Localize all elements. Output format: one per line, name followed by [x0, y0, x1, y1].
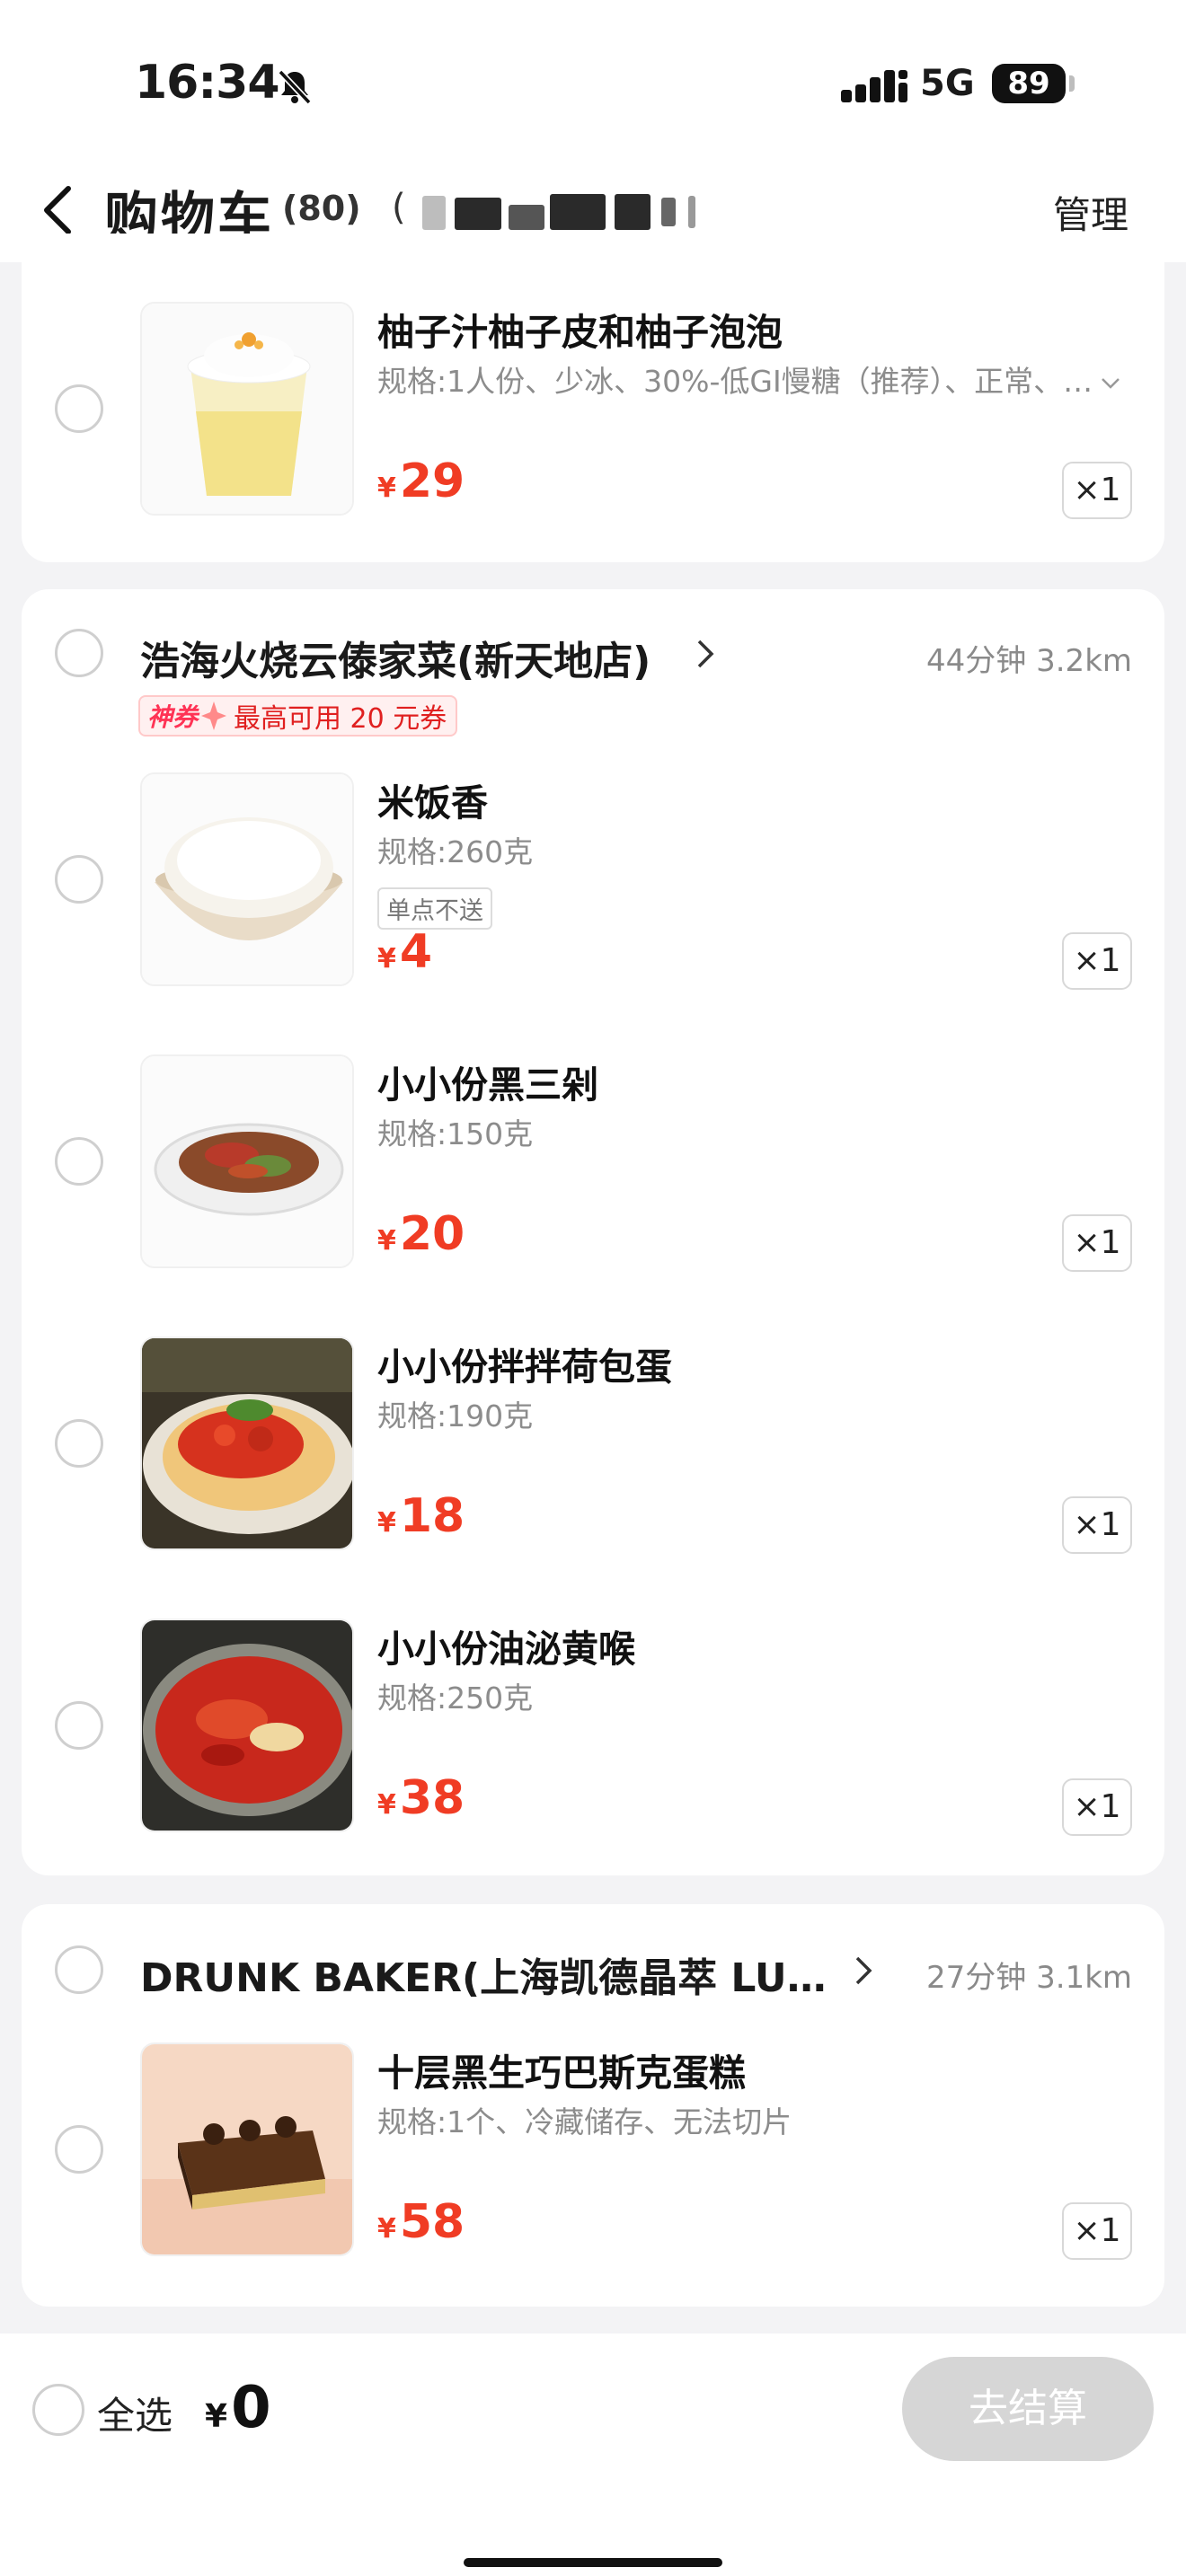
- chevron-right-icon[interactable]: [854, 1954, 873, 1987]
- item-spec[interactable]: 规格:1人份、少冰、30%-低GI慢糖（推荐）、正常、…: [377, 357, 1121, 401]
- select-all-label[interactable]: 全选: [97, 2386, 173, 2440]
- battery-icon: 89: [992, 64, 1066, 103]
- store-delivery-meta: 27分钟 3.1km: [926, 1960, 1132, 1996]
- item-checkbox[interactable]: [55, 1419, 103, 1468]
- coupon-badge[interactable]: 神券 最高可用 20 元券: [138, 695, 458, 737]
- quantity-button[interactable]: ×1: [1062, 2202, 1132, 2260]
- item-checkbox[interactable]: [55, 1701, 103, 1750]
- store-name[interactable]: DRUNK BAKER(上海凯德晶萃 LU…: [140, 1945, 827, 2003]
- signal-icon: [841, 70, 907, 102]
- item-spec: 规格:250克: [377, 1681, 534, 1716]
- item-thumbnail[interactable]: [140, 1054, 354, 1268]
- status-bar: 16:34 5G 89: [0, 0, 1186, 162]
- price-value: 4: [399, 925, 433, 979]
- currency-symbol: ¥: [205, 2398, 228, 2435]
- currency-symbol: ¥: [377, 943, 396, 975]
- item-price: ¥58: [377, 2195, 465, 2249]
- store-delivery-meta: 44分钟 3.2km: [926, 643, 1132, 679]
- currency-symbol: ¥: [377, 1507, 396, 1539]
- price-value: 20: [399, 1207, 465, 1261]
- back-icon[interactable]: [40, 181, 75, 239]
- item-name: 米饭香: [377, 781, 488, 825]
- cart-item: 十层黑生巧巴斯克蛋糕 规格:1个、冷藏储存、无法切片 ¥58 ×1: [22, 2042, 1164, 2267]
- currency-symbol: ¥: [377, 1225, 396, 1257]
- store-card: DRUNK BAKER(上海凯德晶萃 LU… 27分钟 3.1km 十层黑生巧巴…: [22, 1904, 1164, 2307]
- bell-muted-icon: [278, 69, 312, 105]
- item-price: ¥29: [377, 454, 465, 508]
- grapefruit-drink-image: [142, 304, 352, 514]
- cart-item: 米饭香 规格:260克 单点不送 ¥4 ×1: [22, 772, 1164, 997]
- sparkle-icon: [201, 701, 227, 730]
- item-checkbox[interactable]: [55, 384, 103, 433]
- chevron-down-icon: [1102, 377, 1120, 389]
- chocolate-cake-image: [142, 2044, 352, 2254]
- item-spec-text: 规格:1人份、少冰、30%-低GI慢糖（推荐）、正常、…: [377, 364, 1093, 399]
- checkout-button[interactable]: 去结算: [902, 2357, 1154, 2461]
- item-thumbnail[interactable]: [140, 302, 354, 516]
- store-checkbox[interactable]: [55, 629, 103, 677]
- store-checkbox[interactable]: [55, 1945, 103, 1994]
- item-checkbox[interactable]: [55, 855, 103, 904]
- rice-bowl-image: [142, 774, 352, 984]
- quantity-button[interactable]: ×1: [1062, 1496, 1132, 1554]
- item-thumbnail[interactable]: [140, 2042, 354, 2256]
- delivery-address-redacted[interactable]: (: [392, 187, 733, 234]
- home-indicator[interactable]: [464, 2558, 722, 2567]
- item-price: ¥18: [377, 1489, 465, 1543]
- total-price: ¥0: [205, 2375, 271, 2441]
- item-name: 柚子汁柚子皮和柚子泡泡: [377, 311, 783, 354]
- price-value: 38: [399, 1771, 465, 1825]
- item-thumbnail[interactable]: [140, 1337, 354, 1550]
- item-spec: 规格:260克: [377, 834, 534, 869]
- select-all-checkbox[interactable]: [32, 2384, 84, 2436]
- quantity-button[interactable]: ×1: [1062, 462, 1132, 519]
- chevron-right-icon[interactable]: [695, 638, 715, 670]
- item-checkbox[interactable]: [55, 1137, 103, 1186]
- checkout-bar: 全选 ¥0 去结算: [0, 2333, 1186, 2576]
- currency-symbol: ¥: [377, 2213, 396, 2245]
- price-value: 58: [399, 2195, 465, 2249]
- quantity-button[interactable]: ×1: [1062, 932, 1132, 990]
- fried-egg-dish-image: [142, 1338, 352, 1548]
- address-prefix: (: [392, 187, 406, 228]
- status-time: 16:34: [135, 56, 280, 110]
- store-card: 浩海火烧云傣家菜(新天地店) 44分钟 3.2km 神券 最高可用 20 元券 …: [22, 589, 1164, 1875]
- item-spec: 规格:190克: [377, 1398, 534, 1434]
- cart-item: 小小份油泌黄喉 规格:250克 ¥38 ×1: [22, 1619, 1164, 1843]
- currency-symbol: ¥: [377, 1789, 396, 1821]
- item-price: ¥4: [377, 925, 432, 979]
- item-name: 小小份拌拌荷包蛋: [377, 1345, 672, 1389]
- coupon-tag: 神券: [147, 702, 199, 732]
- not-sold-alone-badge: 单点不送: [377, 887, 492, 930]
- item-price: ¥20: [377, 1207, 465, 1261]
- cart-item: 小小份黑三剁 规格:150克 ¥20 ×1: [22, 1054, 1164, 1279]
- quantity-button[interactable]: ×1: [1062, 1214, 1132, 1272]
- item-price: ¥38: [377, 1771, 465, 1825]
- item-spec: 规格:1个、冷藏储存、无法切片: [377, 2104, 792, 2139]
- price-value: 29: [399, 454, 465, 508]
- spicy-stew-image: [142, 1620, 352, 1831]
- currency-symbol: ¥: [377, 472, 396, 504]
- item-thumbnail[interactable]: [140, 1619, 354, 1832]
- cart-item: 柚子汁柚子皮和柚子泡泡 规格:1人份、少冰、30%-低GI慢糖（推荐）、正常、……: [22, 302, 1164, 526]
- item-checkbox[interactable]: [55, 2125, 103, 2174]
- item-thumbnail[interactable]: [140, 772, 354, 986]
- minced-dish-image: [142, 1056, 352, 1266]
- coupon-text: 最高可用 20 元券: [234, 703, 447, 735]
- price-value: 18: [399, 1489, 465, 1543]
- store-name[interactable]: 浩海火烧云傣家菜(新天地店): [140, 629, 651, 686]
- item-name: 小小份黑三剁: [377, 1063, 598, 1107]
- cart-count: (80): [282, 189, 361, 228]
- store-card: 柚子汁柚子皮和柚子泡泡 规格:1人份、少冰、30%-低GI慢糖（推荐）、正常、……: [22, 234, 1164, 562]
- total-value: 0: [231, 2375, 271, 2441]
- item-name: 十层黑生巧巴斯克蛋糕: [377, 2051, 746, 2095]
- battery-tip: [1069, 75, 1075, 92]
- network-type: 5G: [920, 63, 975, 104]
- manage-button[interactable]: 管理: [1053, 185, 1128, 240]
- quantity-button[interactable]: ×1: [1062, 1778, 1132, 1836]
- item-spec: 规格:150克: [377, 1116, 534, 1151]
- cart-item: 小小份拌拌荷包蛋 规格:190克 ¥18 ×1: [22, 1337, 1164, 1561]
- item-name: 小小份油泌黄喉: [377, 1628, 635, 1671]
